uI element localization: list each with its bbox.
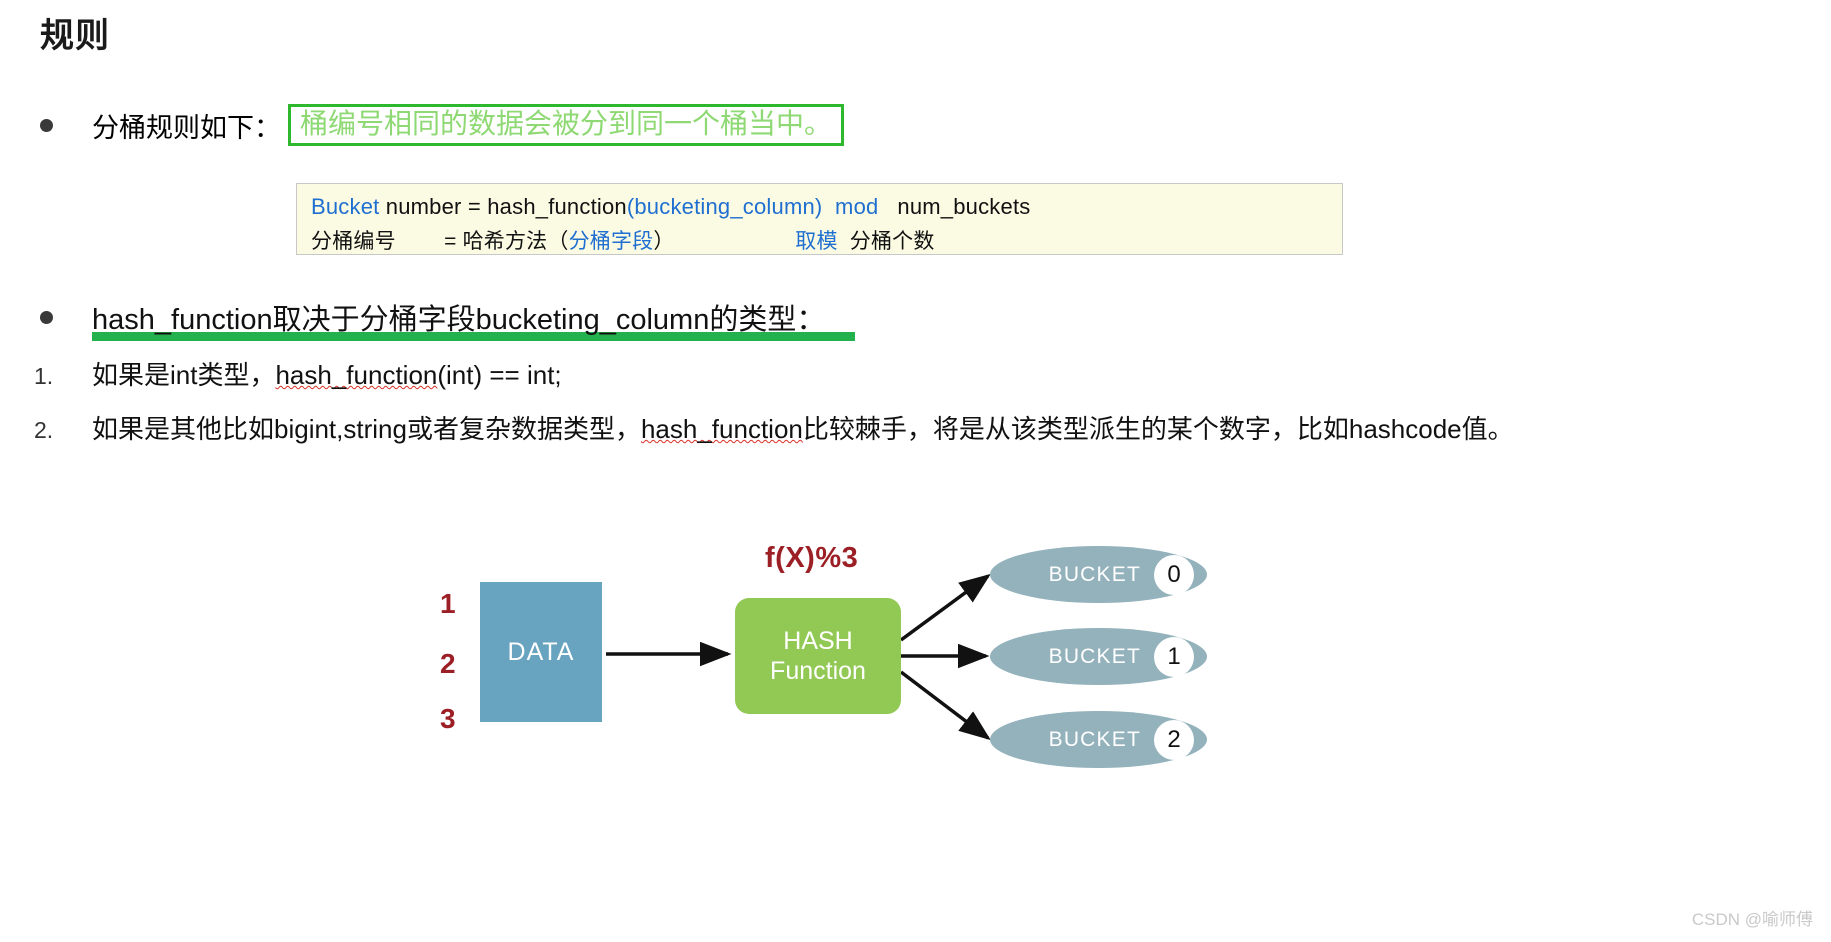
bucket-label-2: BUCKET (1048, 727, 1141, 751)
data-box-label: DATA (507, 637, 575, 666)
bucket-label-0: BUCKET (1048, 562, 1141, 586)
bucket-shape-2: BUCKET 2 (990, 711, 1207, 768)
bullet-item-hash-function: hash_function取决于分桶字段bucketing_column的类型： (40, 296, 855, 341)
formula-line-english: Bucket number = hash_function(bucketing_… (311, 194, 1030, 220)
bullet-rule-label: 分桶规则如下： (92, 112, 281, 143)
watermark: CSDN @喻师傅 (1691, 910, 1813, 929)
bullet-dot-icon (40, 310, 53, 324)
hash-function-box: HASH Function (735, 598, 901, 714)
list-item-1-pre: 如果是int类型， (92, 360, 276, 390)
list-item-1-post: (int) == int; (437, 360, 562, 390)
fx-mod-label: f(X)%3 (765, 542, 859, 574)
bullet-hash-function-label: hash_function取决于分桶字段bucketing_column的类型： (92, 304, 826, 336)
list-item-marker: 2. (34, 417, 54, 443)
list-item: 1. 如果是int类型，hash_function(int) == int; (34, 355, 562, 392)
formula-cn-seg-mid: ） (653, 230, 796, 253)
formula-cn-seg-count: 分桶个数 (837, 230, 935, 253)
formula-seg-num-buckets: num_buckets (878, 194, 1031, 219)
bucket-number-2: 2 (1154, 719, 1194, 760)
bullet-hash-function-wrap: hash_function取决于分桶字段bucketing_column的类型： (92, 296, 855, 341)
data-row-number-1: 1 (440, 588, 456, 619)
formula-seg-number-eq-hash: number = hash_function (379, 194, 627, 219)
list-item-marker: 1. (34, 363, 54, 389)
bucket-number-1: 1 (1154, 636, 1194, 677)
formula-seg-mod: mod (822, 194, 879, 219)
list-item-2-post: 比较棘手，将是从该类型派生的某个数字，比如hashcode值。 (802, 414, 1514, 444)
page-title: 规则 (40, 17, 110, 55)
formula-cn-seg-prefix: 分桶编号 = 哈希方法（ (311, 230, 569, 253)
formula-box: Bucket number = hash_function(bucketing_… (296, 183, 1343, 255)
formula-cn-seg-mod: 取模 (795, 230, 838, 253)
data-box: DATA (480, 582, 602, 722)
bucket-label-1: BUCKET (1048, 644, 1141, 668)
formula-seg-bucket: Bucket (311, 194, 380, 219)
bullet-item-rule: 分桶规则如下： 桶编号相同的数据会被分到同一个桶当中。 (40, 104, 845, 146)
formula-seg-bucketing-column: (bucketing_column) (626, 194, 823, 219)
list-item-text: 如果是int类型，hash_function(int) == int; (92, 355, 562, 392)
hash-box-line-2: Function (770, 657, 866, 685)
data-row-number-3: 3 (440, 703, 456, 734)
data-row-number-2: 2 (440, 648, 456, 679)
hash-box-line-1: HASH (783, 626, 853, 655)
list-item-1-code: hash_function (275, 360, 438, 390)
formula-line-chinese: 分桶编号 = 哈希方法（分桶字段） 取模 分桶个数 (311, 225, 935, 255)
bucket-shape-0: BUCKET 0 (990, 546, 1207, 603)
highlight-box: 桶编号相同的数据会被分到同一个桶当中。 (288, 104, 845, 146)
bullet-dot-icon (40, 118, 53, 132)
list-item-text: 如果是其他比如bigint,string或者复杂数据类型，hash_functi… (92, 409, 1514, 446)
highlight-box-text: 桶编号相同的数据会被分到同一个桶当中。 (300, 108, 833, 139)
bucketing-diagram: f(X)%3 1 2 3 DATA HASH Function BUCKET 0… (420, 520, 1260, 820)
formula-cn-seg-field: 分桶字段 (568, 230, 654, 253)
bucket-number-0: 0 (1154, 554, 1194, 595)
bucket-shape-1: BUCKET 1 (990, 628, 1207, 685)
list-item: 2. 如果是其他比如bigint,string或者复杂数据类型，hash_fun… (34, 409, 1514, 446)
list-item-2-pre: 如果是其他比如bigint,string或者复杂数据类型， (92, 414, 641, 444)
list-item-2-code: hash_function (640, 414, 803, 444)
